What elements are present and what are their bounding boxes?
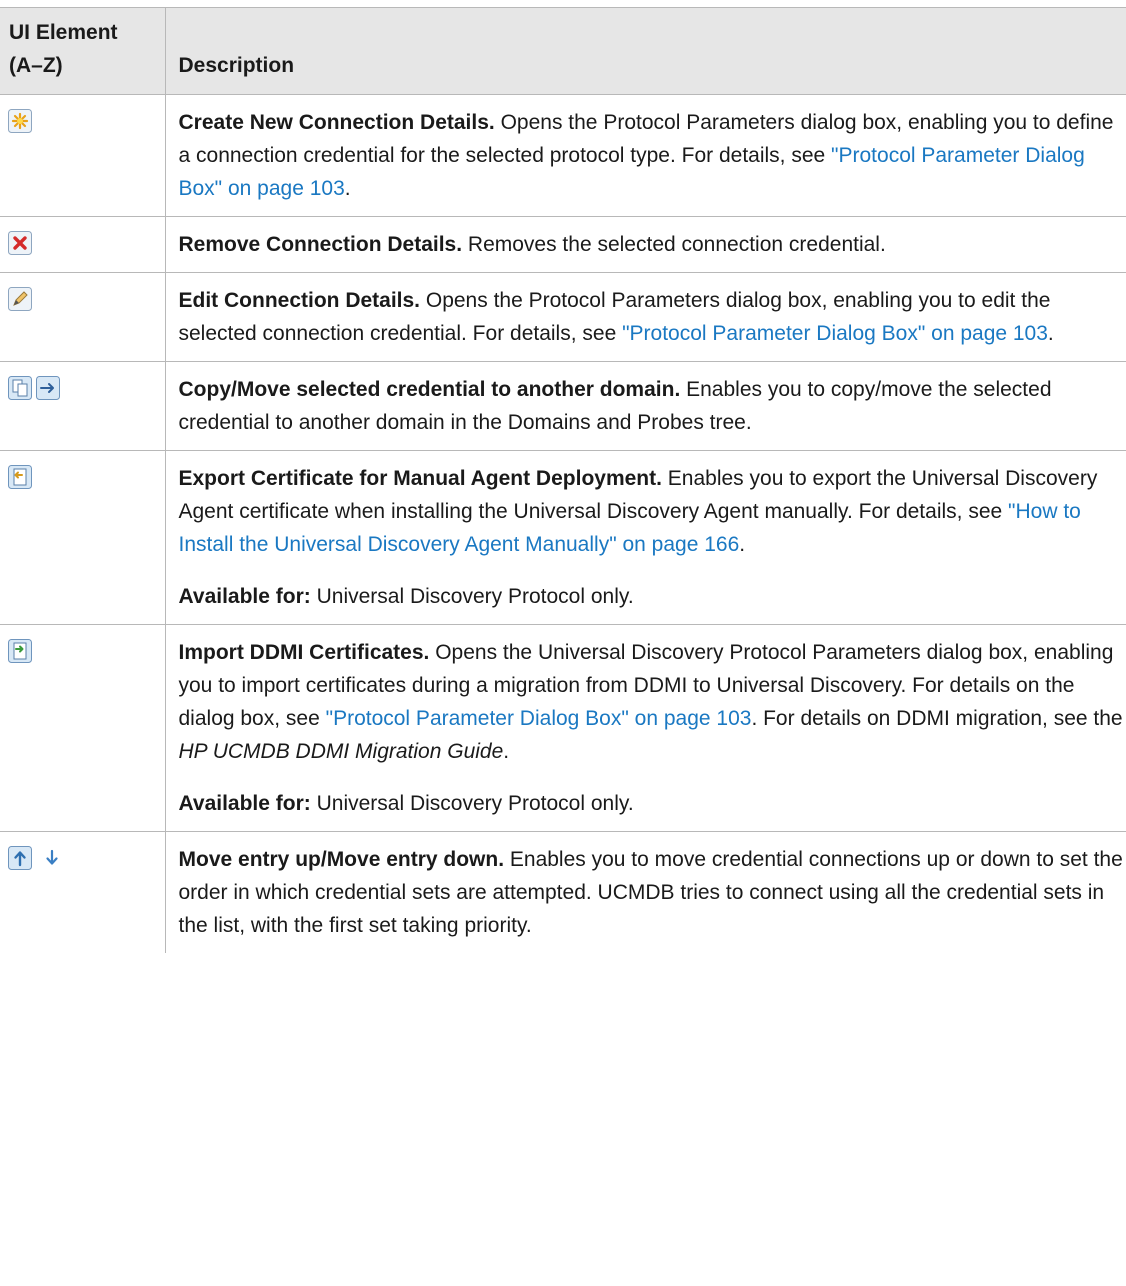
table-row: Remove Connection Details. Removes the s…	[0, 216, 1126, 273]
note-label: Available for:	[178, 585, 311, 608]
move-up-icon	[8, 846, 32, 870]
item-title: Move entry up/Move entry down.	[178, 848, 505, 871]
guide-title: HP UCMDB DDMI Migration Guide	[178, 740, 504, 763]
item-text-end: .	[739, 533, 746, 556]
ui-element-cell	[0, 624, 166, 832]
table-row: Copy/Move selected credential to another…	[0, 361, 1126, 451]
table-header-row: UI Element (A–Z) Description	[0, 7, 1126, 95]
move-arrow-icon	[36, 376, 60, 400]
item-text-end: .	[344, 177, 351, 200]
ui-element-cell	[0, 450, 166, 625]
remove-x-icon	[8, 231, 32, 255]
item-title: Create New Connection Details.	[178, 111, 495, 134]
table-row: Move entry up/Move entry down. Enables y…	[0, 831, 1126, 953]
table-row: Export Certificate for Manual Agent Depl…	[0, 450, 1126, 625]
description-cell: Copy/Move selected credential to another…	[164, 361, 1126, 451]
item-title: Export Certificate for Manual Agent Depl…	[178, 467, 662, 490]
item-text: Removes the selected connection credenti…	[462, 233, 886, 256]
table-row: Import DDMI Certificates. Opens the Univ…	[0, 624, 1126, 832]
note-text: Universal Discovery Protocol only.	[310, 585, 634, 608]
ui-elements-table: UI Element (A–Z) Description Create New …	[0, 7, 1126, 953]
item-title: Edit Connection Details.	[178, 289, 421, 312]
description-cell: Move entry up/Move entry down. Enables y…	[164, 831, 1126, 953]
item-text-end: .	[1047, 322, 1054, 345]
ui-element-cell	[0, 831, 166, 953]
item-title: Import DDMI Certificates.	[178, 641, 430, 664]
table-row: Create New Connection Details. Opens the…	[0, 94, 1126, 217]
cross-reference-link[interactable]: "Protocol Parameter Dialog Box" on page …	[326, 707, 752, 730]
description-cell: Create New Connection Details. Opens the…	[164, 94, 1126, 217]
ui-element-cell	[0, 272, 166, 362]
description-cell: Edit Connection Details. Opens the Proto…	[164, 272, 1126, 362]
item-text-end: .	[503, 740, 510, 763]
import-certificate-icon	[8, 639, 32, 663]
ui-element-cell	[0, 216, 166, 273]
note-label: Available for:	[178, 792, 311, 815]
header-ui-element: UI Element (A–Z)	[0, 7, 166, 95]
export-certificate-icon	[8, 465, 32, 489]
item-text-mid: . For details on DDMI migration, see the	[751, 707, 1123, 730]
note-text: Universal Discovery Protocol only.	[310, 792, 634, 815]
item-title: Remove Connection Details.	[178, 233, 463, 256]
new-star-icon	[8, 109, 32, 133]
availability-note: Available for: Universal Discovery Proto…	[179, 787, 1125, 820]
description-cell: Remove Connection Details. Removes the s…	[164, 216, 1126, 273]
move-down-icon	[40, 846, 64, 870]
cross-reference-link[interactable]: "Protocol Parameter Dialog Box" on page …	[622, 322, 1048, 345]
availability-note: Available for: Universal Discovery Proto…	[179, 580, 1125, 613]
description-cell: Import DDMI Certificates. Opens the Univ…	[164, 624, 1126, 832]
copy-icon	[8, 376, 32, 400]
header-description: Description	[164, 7, 1126, 95]
table-row: Edit Connection Details. Opens the Proto…	[0, 272, 1126, 362]
edit-pencil-icon	[8, 287, 32, 311]
item-title: Copy/Move selected credential to another…	[178, 378, 681, 401]
description-cell: Export Certificate for Manual Agent Depl…	[164, 450, 1126, 625]
ui-element-cell	[0, 94, 166, 217]
ui-element-cell	[0, 361, 166, 451]
